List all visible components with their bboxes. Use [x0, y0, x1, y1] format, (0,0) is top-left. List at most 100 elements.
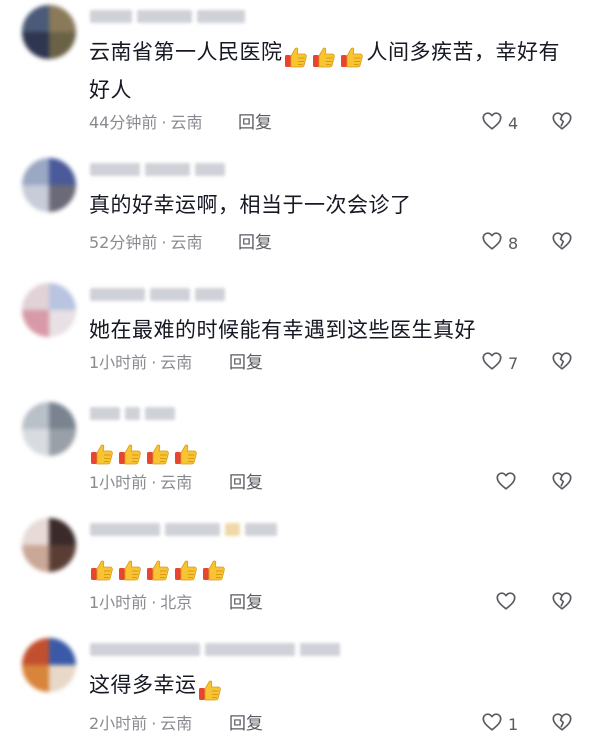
comment-location: 云南 — [160, 473, 193, 492]
comment-time: 1小时前 — [89, 473, 148, 492]
heart-icon — [495, 470, 517, 496]
avatar-pixel — [22, 545, 49, 572]
comment-meta: 1小时前 · 北京 — [89, 593, 193, 612]
avatar-pixel — [49, 185, 76, 212]
avatar-pixel — [22, 402, 49, 429]
comment-meta: 52分钟前 · 云南 — [89, 233, 203, 252]
comment-time: 52分钟前 — [89, 233, 158, 252]
avatar-pixel — [22, 310, 49, 337]
username-blurred[interactable] — [90, 160, 225, 178]
dislike-button[interactable] — [550, 470, 574, 496]
avatar[interactable] — [22, 518, 76, 572]
comment-meta: 1小时前 · 云南 — [89, 473, 193, 492]
like-button[interactable]: 1 — [481, 711, 518, 737]
avatar-pixel — [49, 283, 76, 310]
heart-icon — [495, 590, 517, 616]
username-blurred[interactable] — [90, 404, 175, 422]
avatar-pixel — [49, 402, 76, 429]
avatar-pixel — [49, 518, 76, 545]
avatar-pixel — [49, 665, 76, 692]
comment-text: 真的好幸运啊，相当于一次会诊了 — [89, 193, 412, 217]
comment-meta: 2小时前 · 云南 — [89, 714, 193, 733]
avatar-pixel — [22, 5, 49, 32]
username-blurred[interactable] — [90, 285, 225, 303]
reply-button[interactable]: 回复 — [229, 350, 263, 376]
reply-button[interactable]: 回复 — [229, 711, 263, 737]
username-blurred[interactable] — [90, 520, 277, 538]
dislike-button[interactable] — [550, 110, 574, 136]
avatar-pixel — [22, 158, 49, 185]
comment-time: 1小时前 — [89, 353, 148, 372]
avatar[interactable] — [22, 638, 76, 692]
dislike-button[interactable] — [550, 350, 574, 376]
avatar-pixel — [22, 638, 49, 665]
avatar-pixel — [49, 158, 76, 185]
comment-meta: 44分钟前 · 云南 — [89, 113, 203, 132]
dislike-button[interactable] — [550, 230, 574, 256]
comment-text: 她在最难的时候能有幸遇到这些医生真好 — [89, 318, 476, 342]
broken-heart-icon — [551, 470, 573, 496]
reply-button[interactable]: 回复 — [238, 110, 272, 136]
broken-heart-icon — [551, 590, 573, 616]
avatar-pixel — [49, 429, 76, 456]
comment-text — [89, 432, 569, 470]
comment-time: 2小时前 — [89, 714, 148, 733]
thumbs-up-emoji — [89, 552, 229, 586]
avatar-pixel — [22, 429, 49, 456]
like-count: 4 — [508, 113, 519, 133]
comment-text-part: 云南省第一人民医院 — [89, 40, 283, 64]
like-button[interactable]: 4 — [481, 110, 518, 136]
avatar-pixel — [49, 545, 76, 572]
like-button[interactable] — [495, 470, 517, 496]
like-button[interactable] — [495, 590, 517, 616]
broken-heart-icon — [551, 350, 573, 376]
dislike-button[interactable] — [550, 590, 574, 616]
like-button[interactable]: 8 — [481, 230, 518, 256]
comment-text: 云南省第一人民医院 人间多疾苦，幸好有好人 — [89, 35, 569, 107]
like-count: 1 — [508, 714, 519, 734]
avatar-pixel — [49, 638, 76, 665]
comment-time: 1小时前 — [89, 593, 148, 612]
avatar[interactable] — [22, 5, 76, 59]
avatar-pixel — [49, 32, 76, 59]
comment-time: 44分钟前 — [89, 113, 158, 132]
broken-heart-icon — [551, 110, 573, 136]
comment-location: 云南 — [160, 714, 193, 733]
avatar-pixel — [22, 283, 49, 310]
comment-text — [89, 548, 569, 586]
reply-button[interactable]: 回复 — [238, 230, 272, 256]
avatar-pixel — [49, 310, 76, 337]
heart-icon — [481, 711, 503, 737]
heart-icon — [481, 350, 503, 376]
comment-text-part: 这得多幸运 — [89, 673, 197, 697]
comment-meta: 1小时前 · 云南 — [89, 353, 193, 372]
avatar[interactable] — [22, 158, 76, 212]
username-blurred[interactable] — [90, 640, 340, 658]
avatar-pixel — [22, 32, 49, 59]
avatar-pixel — [22, 185, 49, 212]
username-blurred[interactable] — [90, 7, 245, 25]
thumbs-up-emoji — [283, 39, 367, 73]
avatar[interactable] — [22, 283, 76, 337]
like-count: 8 — [508, 233, 519, 253]
comment-location: 云南 — [160, 353, 193, 372]
avatar-pixel — [22, 665, 49, 692]
thumbs-up-emoji — [89, 436, 201, 470]
heart-icon — [481, 230, 503, 256]
reply-button[interactable]: 回复 — [229, 590, 263, 616]
like-count: 7 — [508, 353, 519, 373]
like-button[interactable]: 7 — [481, 350, 518, 376]
heart-icon — [481, 110, 503, 136]
reply-button[interactable]: 回复 — [229, 470, 263, 496]
dislike-button[interactable] — [550, 711, 574, 737]
comment-location: 北京 — [160, 593, 193, 612]
thumbs-up-emoji — [197, 672, 225, 706]
comment-location: 云南 — [170, 233, 203, 252]
avatar-pixel — [49, 5, 76, 32]
broken-heart-icon — [551, 230, 573, 256]
avatar[interactable] — [22, 402, 76, 456]
avatar-pixel — [22, 518, 49, 545]
comment-text: 这得多幸运 — [89, 668, 569, 706]
broken-heart-icon — [551, 711, 573, 737]
comment-location: 云南 — [170, 113, 203, 132]
